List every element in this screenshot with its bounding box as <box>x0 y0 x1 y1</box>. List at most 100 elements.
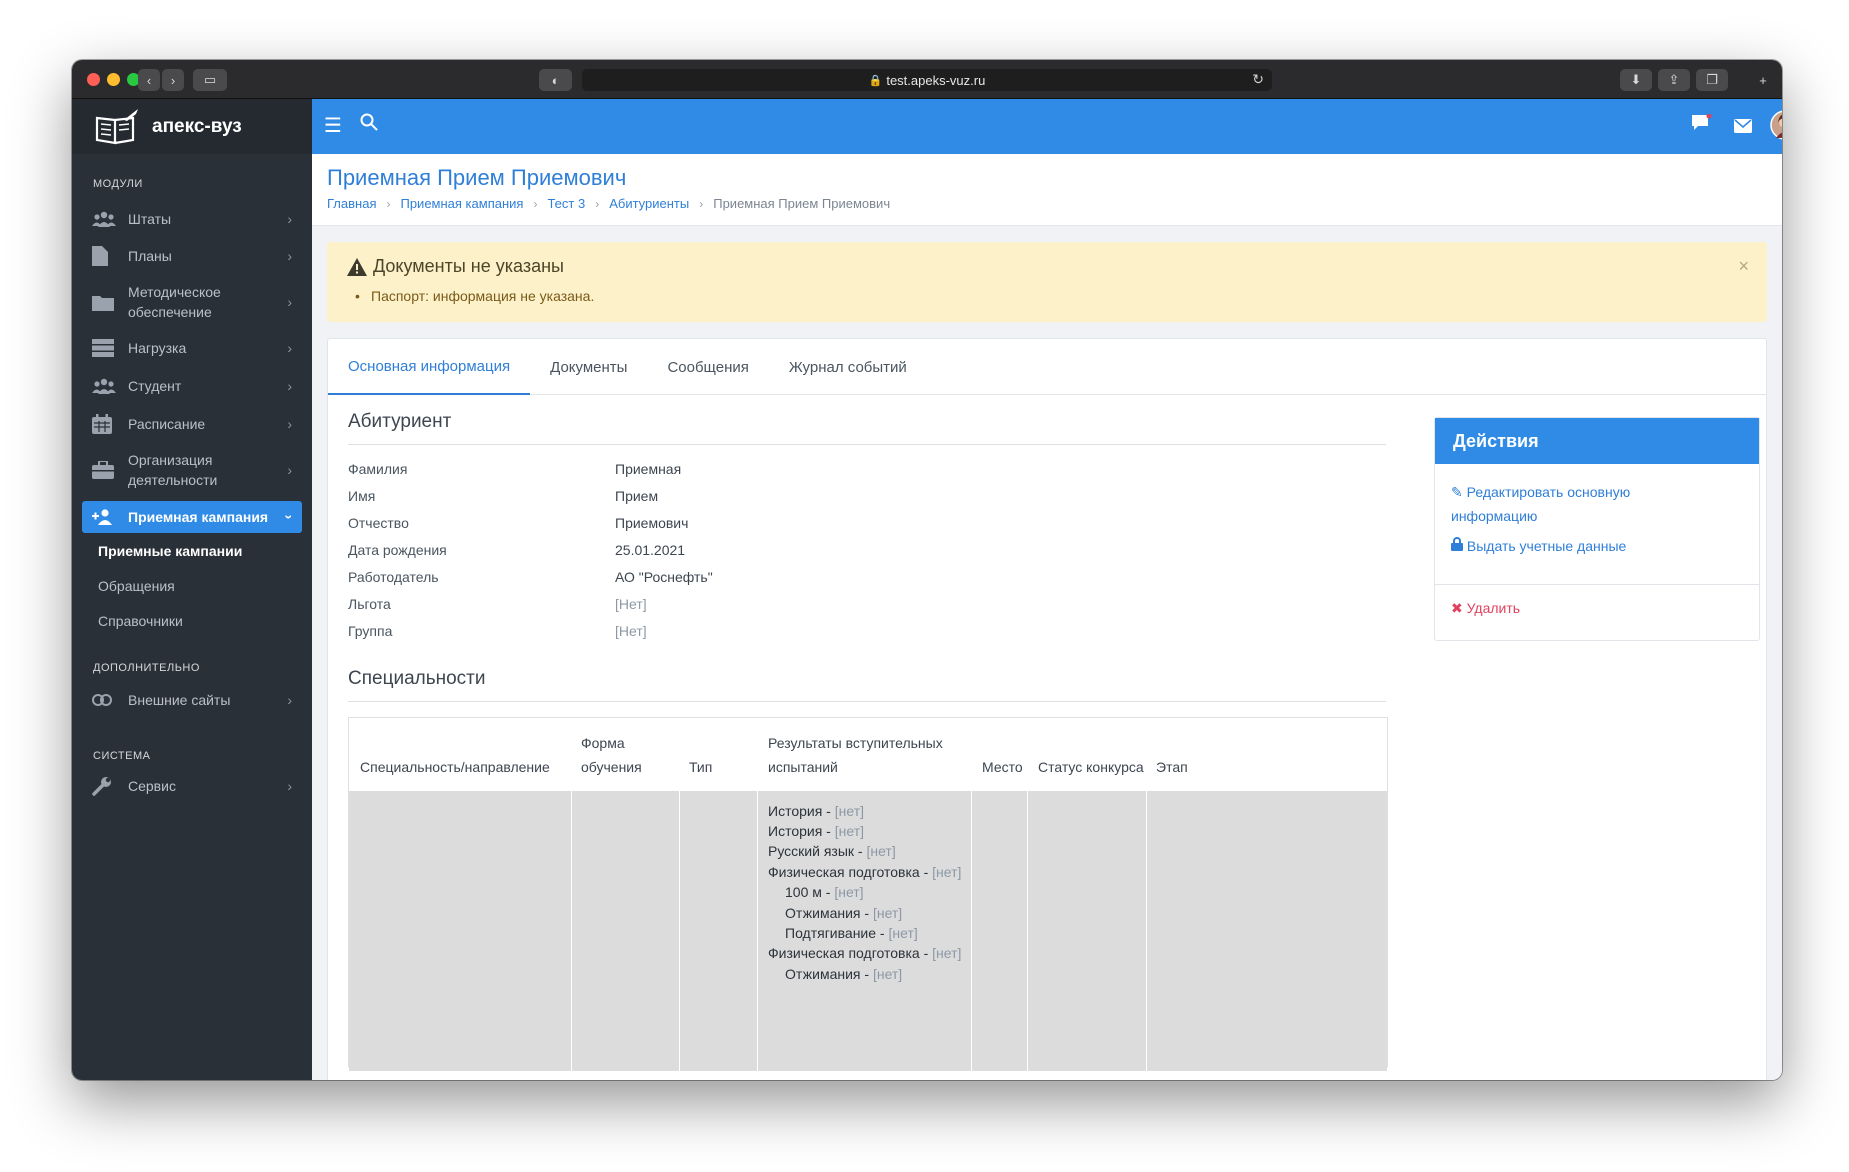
result-line: История - [нет] <box>768 803 864 819</box>
sidebar-item-service[interactable]: Сервис › <box>72 767 312 805</box>
privacy-shield-icon[interactable]: ◐ <box>539 69 572 91</box>
users-icon <box>92 211 120 227</box>
column-divider <box>571 791 572 1071</box>
close-icon[interactable]: × <box>1738 256 1749 277</box>
applicant-card: Основная информация Документы Сообщения … <box>327 338 1767 1080</box>
warning-alert: Документы не указаны Паспорт: информация… <box>327 242 1767 322</box>
result-line: Подтягивание - [нет] <box>785 925 918 941</box>
field-value-patronymic: Приемович <box>615 515 689 531</box>
breadcrumb-test3[interactable]: Тест 3 <box>547 196 585 211</box>
sidebar-subitem-campaigns[interactable]: Приемные кампании <box>72 543 242 559</box>
specialties-table: Специальность/направление Форма обучения… <box>348 717 1388 1071</box>
sidebar-item-student[interactable]: Студент › <box>72 367 312 405</box>
sidebar-item-admission[interactable]: Приемная кампания › <box>82 501 302 533</box>
downloads-icon[interactable]: ⬇ <box>1620 69 1652 91</box>
tab-messages[interactable]: Сообщения <box>647 339 768 395</box>
chevron-right-icon: › <box>287 462 292 478</box>
sidebar-item-staff[interactable]: Штаты › <box>72 201 312 237</box>
breadcrumb: Главная › Приемная кампания › Тест 3 › А… <box>327 196 890 211</box>
brand-logo[interactable]: апекс-вуз <box>72 99 312 154</box>
chevron-right-icon: › <box>287 778 292 794</box>
sidebar-item-load[interactable]: Нагрузка › <box>72 329 312 367</box>
chevron-right-icon: › <box>287 248 292 264</box>
lock-icon <box>1451 537 1463 551</box>
sidebar-item-label: Внешние сайты <box>128 692 231 708</box>
back-icon[interactable]: ‹ <box>138 69 160 91</box>
credentials-label: Выдать учетные данные <box>1466 538 1627 554</box>
book-logo-icon <box>95 108 138 144</box>
edit-main-info-link[interactable]: ✎ Редактировать основную информацию <box>1451 480 1671 528</box>
sidebar-item-schedule[interactable]: Расписание › <box>72 405 312 443</box>
sidebar-subitem-appeals[interactable]: Обращения <box>72 578 175 594</box>
delete-link[interactable]: ✖ Удалить <box>1451 596 1520 620</box>
reload-icon[interactable]: ↻ <box>1252 71 1264 88</box>
forward-icon[interactable]: › <box>162 69 184 91</box>
pencil-icon: ✎ <box>1451 484 1463 500</box>
sidebar-item-label: Расписание <box>128 416 206 432</box>
sidebar-item-label: Сервис <box>128 778 176 794</box>
column-header-specialty: Специальность/направление <box>360 759 550 775</box>
table-row: История - [нет] История - [нет] Русский … <box>349 791 1387 1071</box>
field-value-employer: АО "Роснефть" <box>615 569 713 585</box>
field-value-birthdate: 25.01.2021 <box>615 542 686 558</box>
column-divider <box>971 791 972 1071</box>
user-plus-icon <box>92 509 120 525</box>
sidebar-item-label: Студент <box>128 378 182 394</box>
share-icon[interactable]: ⇪ <box>1658 69 1690 91</box>
sidebar-subitem-references[interactable]: Справочники <box>72 613 183 629</box>
alert-title: Документы не указаны <box>347 256 564 277</box>
chevron-right-icon: › <box>595 196 600 211</box>
field-label-birthdate: Дата рождения <box>348 542 447 558</box>
field-value-firstname: Прием <box>615 488 659 504</box>
sidebar-item-methodical[interactable]: Методическое обеспечение › <box>72 275 312 329</box>
link-icon <box>92 694 120 706</box>
column-header-study-form: Форма обучения <box>581 735 642 775</box>
file-icon <box>92 246 120 266</box>
chevron-right-icon: › <box>287 211 292 227</box>
result-line: 100 м - [нет] <box>785 884 864 900</box>
avatar[interactable] <box>1770 110 1782 146</box>
tab-documents[interactable]: Документы <box>530 339 647 395</box>
chevron-right-icon: › <box>287 294 292 310</box>
briefcase-icon <box>92 461 120 479</box>
delete-label: Удалить <box>1466 600 1521 616</box>
applicant-heading: Абитуриент <box>348 411 452 432</box>
column-header-place: Место <box>982 759 1023 775</box>
top-header: ☰ <box>312 99 1782 154</box>
section-extra: ДОПОЛНИТЕЛЬНО <box>93 662 200 674</box>
new-tab-icon[interactable]: + <box>1752 69 1774 91</box>
chat-icon[interactable] <box>1692 113 1712 138</box>
breadcrumb-applicants[interactable]: Абитуриенты <box>609 196 689 211</box>
sidebar-item-organization[interactable]: Организация деятельности › <box>72 443 312 497</box>
chevron-right-icon: › <box>386 196 391 211</box>
search-icon[interactable] <box>360 113 378 137</box>
tab-main-info[interactable]: Основная информация <box>328 339 531 395</box>
mail-icon[interactable] <box>1734 116 1752 139</box>
menu-icon[interactable]: ☰ <box>324 113 342 138</box>
sidebar-item-plans[interactable]: Планы › <box>72 237 312 275</box>
url-text: test.apeks-vuz.ru <box>886 72 986 88</box>
breadcrumb-current: Приемная Прием Приемович <box>713 196 891 211</box>
chevron-right-icon: › <box>287 340 292 356</box>
chevron-right-icon: › <box>287 378 292 394</box>
close-window-button[interactable] <box>87 73 100 86</box>
result-line: Отжимания - [нет] <box>785 905 903 921</box>
result-line: История - [нет] <box>768 823 864 839</box>
page-title: Приемная Прием Приемович <box>327 165 627 190</box>
breadcrumb-home[interactable]: Главная <box>327 196 376 211</box>
minimize-window-button[interactable] <box>107 73 120 86</box>
tabs-overview-icon[interactable]: ❐ <box>1696 69 1728 91</box>
column-divider <box>757 791 758 1071</box>
result-line: Русский язык - [нет] <box>768 843 896 859</box>
sidebar-item-external-sites[interactable]: Внешние сайты › <box>72 681 312 719</box>
alert-title-text: Документы не указаны <box>373 256 564 276</box>
chevron-right-icon: › <box>533 196 538 211</box>
address-bar[interactable]: 🔒 test.apeks-vuz.ru ↻ <box>582 69 1272 91</box>
breadcrumb-admission[interactable]: Приемная кампания <box>400 196 523 211</box>
sidebar-item-label: Организация деятельности <box>128 452 218 488</box>
issue-credentials-link[interactable]: Выдать учетные данные <box>1451 534 1626 558</box>
column-header-status: Статус конкурса <box>1038 759 1144 775</box>
sidebar-toggle-icon[interactable]: ▭ <box>193 69 227 91</box>
tab-event-log[interactable]: Журнал событий <box>769 339 927 395</box>
browser-titlebar: ‹ › ▭ ◐ 🔒 test.apeks-vuz.ru ↻ ⬇ ⇪ ❐ + <box>72 60 1782 99</box>
